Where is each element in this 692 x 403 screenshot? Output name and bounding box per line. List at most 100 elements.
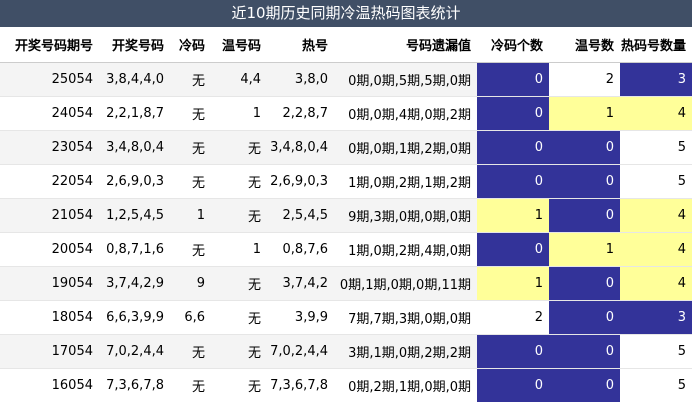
cell-warm-count: 1 [549, 96, 620, 131]
cell-hot-count: 5 [620, 130, 692, 165]
cell-hot: 2,2,8,7 [267, 96, 334, 131]
cell-miss: 3期,1期,0期,2期,2期 [334, 334, 477, 369]
cell-cold: 6,6 [170, 300, 211, 335]
cell-hot: 3,8,0 [267, 62, 334, 97]
cell-cold: 无 [170, 334, 211, 369]
cell-hot-count: 4 [620, 96, 692, 131]
cell-hot: 3,7,4,2 [267, 266, 334, 301]
table-row: 18054 6,6,3,9,9 6,6 无 3,9,9 7期,7期,3期,0期,0期 2 0 3 [0, 300, 692, 335]
cell-cold: 无 [170, 368, 211, 402]
cell-numbers: 6,6,3,9,9 [99, 300, 170, 335]
cell-cold-count: 0 [477, 334, 549, 369]
cell-numbers: 2,6,9,0,3 [99, 164, 170, 199]
cell-hot: 7,0,2,4,4 [267, 334, 334, 369]
header-cold-count: 冷码个数 [477, 27, 549, 63]
cell-miss: 9期,3期,0期,0期,0期 [334, 198, 477, 233]
cell-hot-count: 5 [620, 368, 692, 402]
cell-warm-count: 0 [549, 334, 620, 369]
table-row: 16054 7,3,6,7,8 无无 7,3,6,7,8 0期,2期,1期,0期,0期 0… [0, 368, 692, 402]
cell-period: 16054 [0, 368, 99, 402]
cell-cold: 无 [170, 62, 211, 97]
cell-numbers: 0,8,7,1,6 [99, 232, 170, 267]
cell-warm: 无 [211, 164, 267, 199]
cell-numbers: 1,2,5,4,5 [99, 198, 170, 233]
cell-warm: 无 [211, 300, 267, 335]
cell-miss: 0期,0期,4期,0期,2期 [334, 96, 477, 131]
cell-hot: 2,5,4,5 [267, 198, 334, 233]
cell-miss: 1期,0期,2期,4期,0期 [334, 232, 477, 267]
cell-cold: 无 [170, 130, 211, 165]
page-title: 近10期历史同期冷温热码图表统计 [0, 0, 692, 27]
cell-cold: 无 [170, 96, 211, 131]
cell-miss: 7期,7期,3期,0期,0期 [334, 300, 477, 335]
cell-miss: 1期,0期,2期,1期,2期 [334, 164, 477, 199]
cell-miss: 0期,1期,0期,0期,11期 [334, 266, 477, 301]
table-row: 23054 3,4,8,0,4 无无 3,4,8,0,4 0期,0期,1期,2期,0期 0… [0, 130, 692, 165]
cell-numbers: 7,0,2,4,4 [99, 334, 170, 369]
table-row: 22054 2,6,9,0,3 无无 2,6,9,0,3 1期,0期,2期,1期,2期 0… [0, 164, 692, 199]
cell-warm: 无 [211, 368, 267, 402]
cell-warm-count: 0 [549, 266, 620, 301]
cell-cold: 1 [170, 198, 211, 233]
cell-cold-count: 0 [477, 96, 549, 131]
cell-period: 23054 [0, 130, 99, 165]
cell-warm: 无 [211, 266, 267, 301]
cell-numbers: 3,4,8,0,4 [99, 130, 170, 165]
cell-warm-count: 0 [549, 300, 620, 335]
header-row: 开奖号码期号 开奖号码 冷码 温号码 热号 号码遗漏值 冷码个数 温号数 热码号… [0, 27, 692, 63]
cell-hot-count: 5 [620, 164, 692, 199]
cell-period: 21054 [0, 198, 99, 233]
cell-numbers: 7,3,6,7,8 [99, 368, 170, 402]
cell-cold-count: 0 [477, 368, 549, 402]
cell-miss: 0期,2期,1期,0期,0期 [334, 368, 477, 402]
cell-period: 19054 [0, 266, 99, 301]
cell-warm-count: 0 [549, 164, 620, 199]
table-row: 19054 3,7,4,2,9 9 无 3,7,4,2 0期,1期,0期,0期,11期 1 0… [0, 266, 692, 301]
cell-numbers: 3,7,4,2,9 [99, 266, 170, 301]
cell-miss: 0期,0期,5期,5期,0期 [334, 62, 477, 97]
cell-cold: 无 [170, 164, 211, 199]
cell-period: 25054 [0, 62, 99, 97]
cell-warm: 无 [211, 334, 267, 369]
table-row: 21054 1,2,5,4,5 1 无 2,5,4,5 9期,3期,0期,0期,0期 1 0 4 [0, 198, 692, 233]
cell-warm: 无 [211, 198, 267, 233]
cell-period: 22054 [0, 164, 99, 199]
cell-warm-count: 0 [549, 198, 620, 233]
cell-warm-count: 0 [549, 130, 620, 165]
cell-hot: 3,4,8,0,4 [267, 130, 334, 165]
header-numbers: 开奖号码 [99, 27, 170, 63]
cell-cold-count: 0 [477, 130, 549, 165]
header-hot-count: 热码号数量 [620, 27, 692, 63]
header-warm: 温号码 [211, 27, 267, 63]
cell-warm: 4,4 [211, 62, 267, 97]
cell-cold: 9 [170, 266, 211, 301]
cell-miss: 0期,0期,1期,2期,0期 [334, 130, 477, 165]
cell-warm: 1 [211, 232, 267, 267]
cell-hot-count: 3 [620, 300, 692, 335]
table-row: 17054 7,0,2,4,4 无无 7,0,2,4,4 3期,1期,0期,2期,2期 0… [0, 334, 692, 369]
cell-period: 18054 [0, 300, 99, 335]
cell-hot-count: 5 [620, 334, 692, 369]
table-row: 24054 2,2,1,8,7 无 1 2,2,8,7 0期,0期,4期,0期,2期 0 1 4 [0, 96, 692, 131]
cell-period: 20054 [0, 232, 99, 267]
cell-hot: 7,3,6,7,8 [267, 368, 334, 402]
cell-hot-count: 4 [620, 198, 692, 233]
cell-cold-count: 0 [477, 62, 549, 97]
table-row: 20054 0,8,7,1,6 无 1 0,8,7,6 1期,0期,2期,4期,0期 0 1 4 [0, 232, 692, 267]
stats-table: 开奖号码期号 开奖号码 冷码 温号码 热号 号码遗漏值 冷码个数 温号数 热码号… [0, 27, 692, 402]
cell-warm-count: 2 [549, 62, 620, 97]
cell-cold-count: 0 [477, 232, 549, 267]
header-period: 开奖号码期号 [0, 27, 99, 63]
cell-hot-count: 4 [620, 232, 692, 267]
cell-period: 17054 [0, 334, 99, 369]
cell-cold-count: 1 [477, 266, 549, 301]
cell-warm-count: 0 [549, 368, 620, 402]
cell-numbers: 2,2,1,8,7 [99, 96, 170, 131]
cell-cold-count: 2 [477, 300, 549, 335]
cell-cold-count: 1 [477, 198, 549, 233]
cell-warm-count: 1 [549, 232, 620, 267]
header-cold: 冷码 [170, 27, 211, 63]
cell-numbers: 3,8,4,4,0 [99, 62, 170, 97]
header-miss: 号码遗漏值 [334, 27, 477, 63]
header-warm-count: 温号数 [549, 27, 620, 63]
